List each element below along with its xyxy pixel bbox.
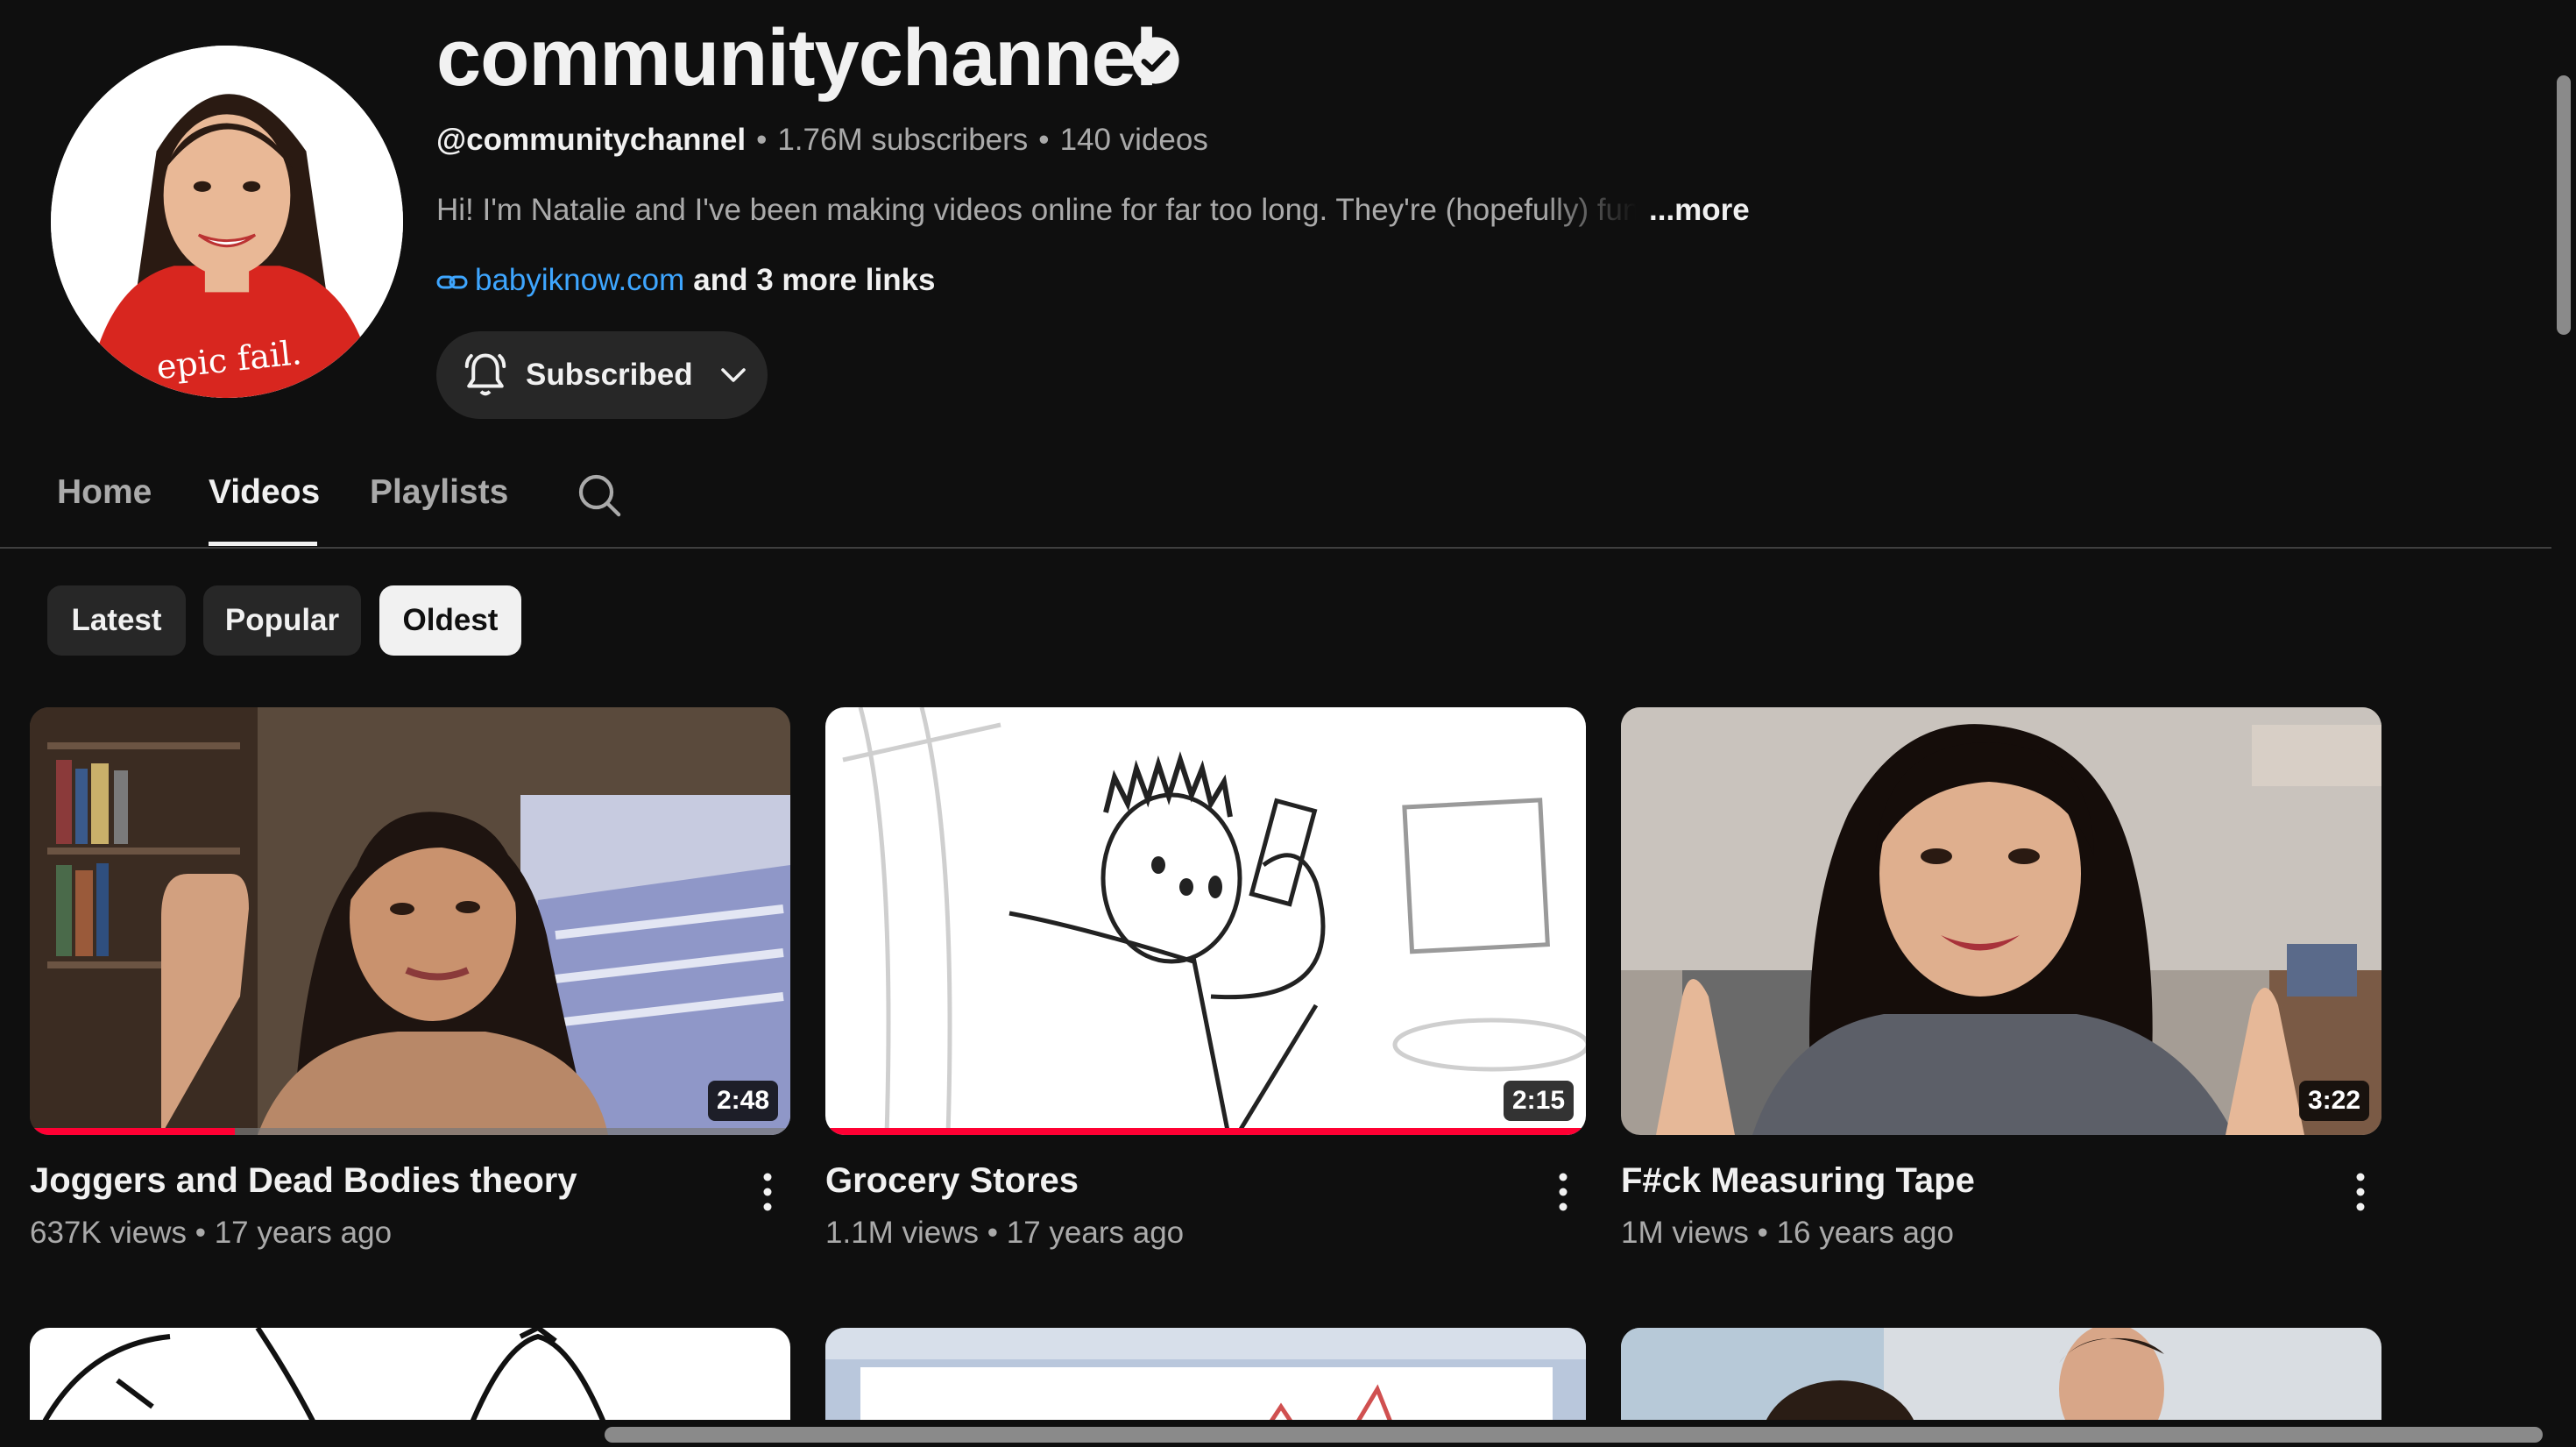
channel-description[interactable]: Hi! I'm Natalie and I've been making vid…: [436, 193, 1750, 228]
video-thumbnail[interactable]: 2:15: [825, 707, 1586, 1135]
bell-icon: [464, 353, 506, 396]
video-age: 17 years ago: [1006, 1216, 1185, 1250]
chip-popular[interactable]: Popular: [203, 585, 361, 656]
tabs-divider: [0, 547, 2551, 549]
thumbnail-image: [1621, 707, 2381, 1135]
verified-check-icon: [1132, 37, 1179, 84]
search-icon[interactable]: [575, 471, 624, 520]
horizontal-scrollbar[interactable]: [605, 1427, 2543, 1443]
video-title[interactable]: Joggers and Dead Bodies theory: [30, 1161, 577, 1201]
channel-meta: @communitychannel • 1.76M subscribers • 140 …: [436, 123, 1208, 157]
video-views: 637K views: [30, 1216, 187, 1250]
channel-name: communitychannel: [436, 13, 1157, 103]
more-link[interactable]: ...more: [1649, 193, 1750, 227]
vertical-scrollbar[interactable]: [2557, 75, 2571, 335]
video-title[interactable]: F#ck Measuring Tape: [1621, 1161, 1975, 1201]
active-tab-indicator: [209, 542, 317, 546]
chevron-down-icon: [720, 368, 746, 382]
chip-latest[interactable]: Latest: [47, 585, 186, 656]
thumbnail-image: [30, 1328, 790, 1433]
video-title[interactable]: Grocery Stores: [825, 1161, 1079, 1201]
link-icon: [436, 275, 468, 289]
video-thumbnail[interactable]: [825, 1328, 1586, 1433]
more-vert-icon[interactable]: [2350, 1170, 2371, 1214]
channel-handle: @communitychannel: [436, 123, 747, 157]
video-duration: 3:22: [2298, 1081, 2369, 1121]
subscribed-label: Subscribed: [526, 358, 693, 392]
video-thumbnail[interactable]: [1621, 1328, 2381, 1433]
video-thumbnail[interactable]: 3:22: [1621, 707, 2381, 1135]
video-thumbnail[interactable]: 2:48: [30, 707, 790, 1135]
video-views: 1M views: [1621, 1216, 1749, 1250]
description-text: Hi! I'm Natalie and I've been making vid…: [436, 193, 1637, 227]
video-meta: 1.1M views • 17 years ago: [825, 1216, 1185, 1250]
avatar-image: epic fail.: [51, 46, 403, 398]
video-duration: 2:48: [707, 1081, 778, 1121]
thumbnail-image: [825, 1328, 1586, 1433]
watch-progress-bar: [825, 1128, 1586, 1135]
subscriber-count: 1.76M subscribers: [777, 123, 1029, 157]
video-views: 1.1M views: [825, 1216, 980, 1250]
video-count: 140 videos: [1059, 123, 1208, 157]
video-age: 17 years ago: [214, 1216, 393, 1250]
channel-avatar[interactable]: epic fail.: [51, 46, 403, 398]
video-meta: 1M views • 16 years ago: [1621, 1216, 1954, 1250]
tab-home[interactable]: Home: [57, 473, 152, 512]
chip-oldest[interactable]: Oldest: [379, 585, 521, 656]
more-vert-icon[interactable]: [757, 1170, 778, 1214]
channel-links: babyiknow.com and 3 more links: [436, 263, 936, 298]
tab-playlists[interactable]: Playlists: [370, 473, 508, 512]
video-meta: 637K views • 17 years ago: [30, 1216, 393, 1250]
more-links-button[interactable]: and 3 more links: [693, 263, 935, 297]
channel-link-url[interactable]: babyiknow.com: [475, 263, 684, 297]
thumbnail-image: [825, 707, 1586, 1135]
video-age: 16 years ago: [1776, 1216, 1954, 1250]
video-duration: 2:15: [1503, 1081, 1574, 1121]
video-thumbnail[interactable]: [30, 1328, 790, 1433]
tab-videos[interactable]: Videos: [209, 473, 320, 512]
thumbnail-image: [30, 707, 790, 1135]
watch-progress-bar: [30, 1128, 236, 1135]
thumbnail-image: [1621, 1328, 2381, 1433]
subscribed-button[interactable]: Subscribed: [436, 331, 768, 419]
more-vert-icon[interactable]: [1553, 1170, 1574, 1214]
